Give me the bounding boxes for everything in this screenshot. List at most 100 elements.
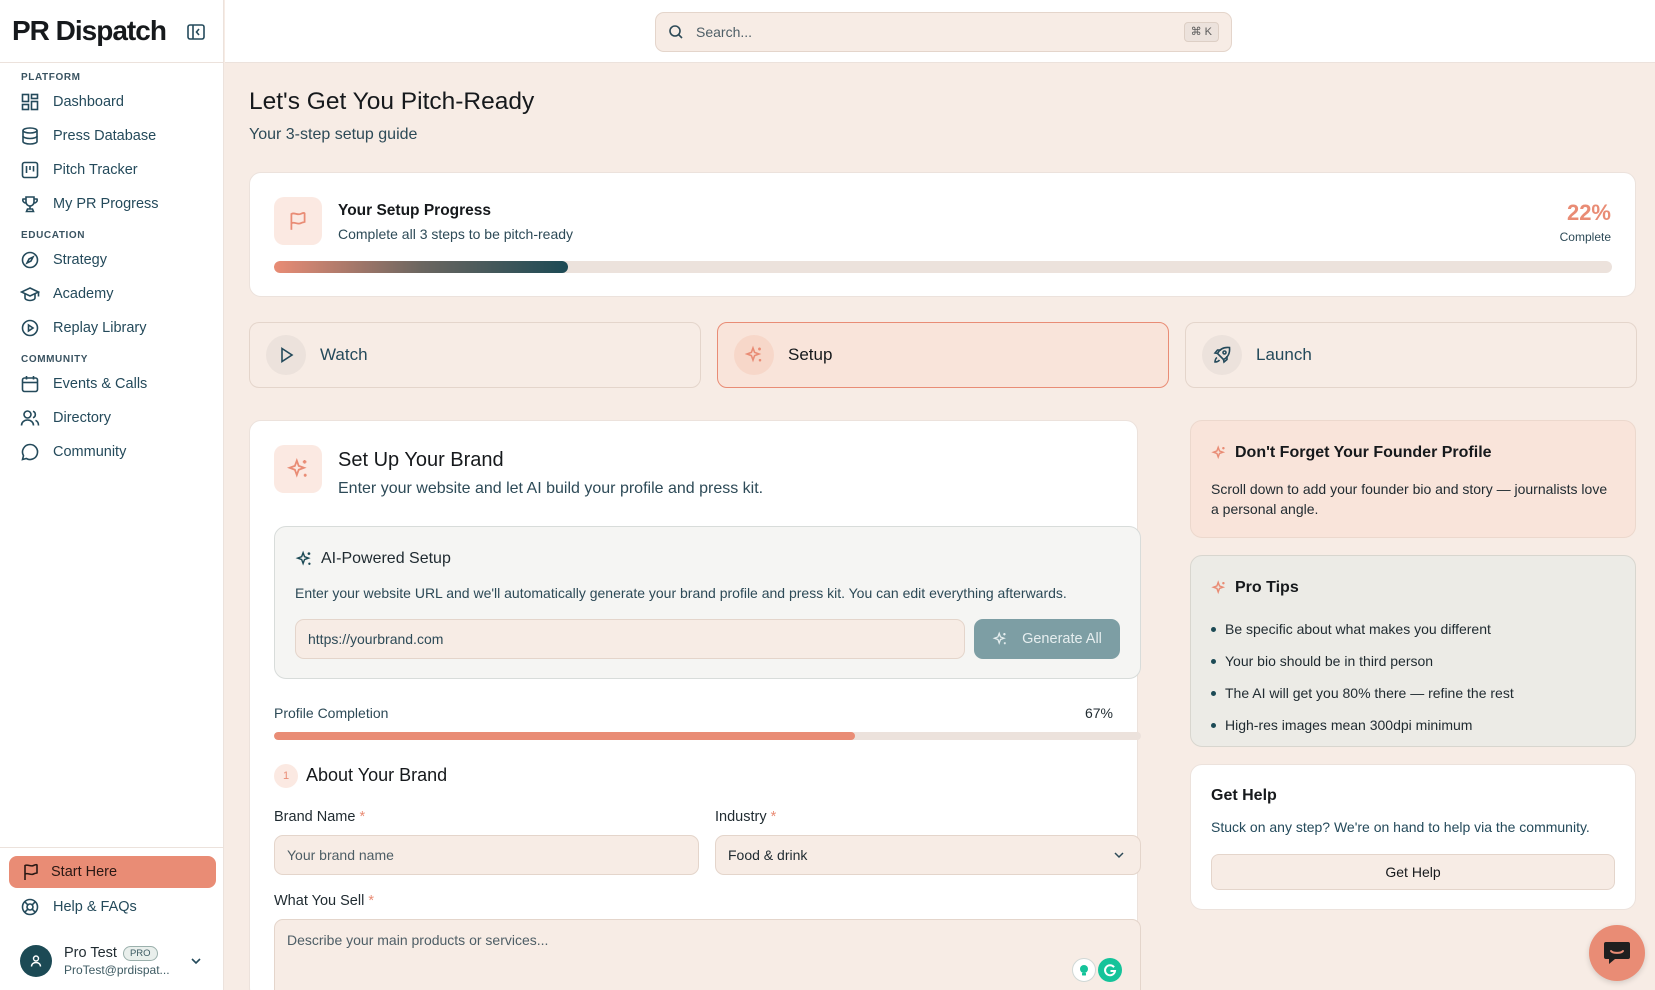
list-item: High-res images mean 300dpi minimum <box>1211 709 1514 741</box>
top-bar: Search... ⌘ K <box>225 0 1655 63</box>
ai-setup-title-row: AI-Powered Setup <box>295 550 451 568</box>
sidebar-item-academy[interactable]: Academy <box>0 277 224 311</box>
founder-card-body: Scroll down to add your founder bio and … <box>1211 481 1608 517</box>
what-you-sell-label: What You Sell * <box>274 893 374 909</box>
user-icon <box>30 955 42 967</box>
sidebar-item-replay-library[interactable]: Replay Library <box>0 311 224 345</box>
avatar <box>20 945 52 977</box>
sidebar-item-dashboard[interactable]: Dashboard <box>0 85 224 119</box>
sparkles-icon <box>295 550 313 568</box>
sidebar-item-my-pr-progress[interactable]: My PR Progress <box>0 187 224 221</box>
generate-all-label: Generate All <box>1022 631 1102 647</box>
setup-progress-bar <box>274 261 1612 273</box>
generate-all-button[interactable]: Generate All <box>974 619 1120 659</box>
trophy-icon <box>20 194 40 214</box>
industry-select[interactable]: Food & drink <box>715 835 1141 875</box>
founder-profile-card: Don't Forget Your Founder Profile Scroll… <box>1190 420 1636 538</box>
nav-section-education: EDUCATION <box>21 230 86 241</box>
sidebar-item-start-here[interactable]: Start Here <box>9 856 216 888</box>
nav-section-community: COMMUNITY <box>21 354 89 365</box>
search-input[interactable]: Search... ⌘ K <box>655 12 1232 52</box>
sidebar-item-help-faqs[interactable]: Help & FAQs <box>0 890 224 924</box>
sidebar-item-community[interactable]: Community <box>0 435 224 469</box>
step-label: Launch <box>1256 345 1312 364</box>
website-url-input[interactable]: https://yourbrand.com <box>295 619 965 659</box>
get-help-title: Get Help <box>1211 787 1277 804</box>
bullet <box>1211 722 1216 728</box>
play-icon <box>266 335 306 375</box>
user-name-row: Pro Test PRO <box>64 945 179 961</box>
step-label: Setup <box>788 345 833 364</box>
list-item: The AI will get you 80% there — refine t… <box>1211 677 1514 709</box>
sidebar-item-press-database[interactable]: Press Database <box>0 119 224 153</box>
flag-icon <box>21 862 41 882</box>
grammarly-icon[interactable] <box>1098 958 1122 982</box>
bullet <box>1211 658 1216 664</box>
pro-tips-card: Pro Tips Be specific about what makes yo… <box>1190 555 1636 747</box>
rocket-icon <box>1202 335 1242 375</box>
industry-label: Industry * <box>715 809 776 825</box>
lifebuoy-icon <box>20 897 40 917</box>
get-help-button[interactable]: Get Help <box>1211 854 1615 890</box>
kanban-icon <box>20 160 40 180</box>
sidebar-item-label: Community <box>53 444 127 460</box>
required-asterisk: * <box>368 893 374 909</box>
sidebar-item-strategy[interactable]: Strategy <box>0 243 224 277</box>
step-launch[interactable]: Launch <box>1185 322 1637 388</box>
sidebar-item-label: Events & Calls <box>53 376 148 392</box>
tip-text: Be specific about what makes you differe… <box>1225 621 1491 637</box>
sidebar-item-directory[interactable]: Directory <box>0 401 224 435</box>
profile-completion-percent: 67% <box>1084 705 1113 721</box>
brand-name-label: Brand Name * <box>274 809 365 825</box>
lightbulb-icon[interactable] <box>1072 958 1096 982</box>
play-circle-icon <box>20 318 40 338</box>
search-shortcut-hint: ⌘ K <box>1183 22 1219 42</box>
sidebar-item-label: My PR Progress <box>53 196 159 212</box>
required-asterisk: * <box>770 809 777 825</box>
required-asterisk: * <box>359 809 366 825</box>
sidebar-toggle-icon[interactable] <box>186 22 206 42</box>
sidebar-item-label: Replay Library <box>53 320 147 336</box>
what-you-sell-textarea[interactable]: Describe your main products or services.… <box>274 919 1141 990</box>
sidebar-item-label: Academy <box>53 286 114 302</box>
step-setup[interactable]: Setup <box>717 322 1169 388</box>
sidebar-item-pitch-tracker[interactable]: Pitch Tracker <box>0 153 224 187</box>
profile-completion-fill <box>274 732 855 740</box>
nav-section-platform: PLATFORM <box>21 72 81 83</box>
founder-card-title-row: Don't Forget Your Founder Profile <box>1211 444 1492 462</box>
user-menu[interactable]: Pro Test PRO ProTest@prdispat... <box>20 941 215 981</box>
chevron-down-icon[interactable] <box>188 953 204 969</box>
logo[interactable]: PR Dispatch <box>12 15 167 47</box>
sparkles-icon <box>1211 580 1227 596</box>
page-title: Let's Get You Pitch-Ready <box>249 88 535 115</box>
brand-name-input[interactable]: Your brand name <box>274 835 699 875</box>
progress-flag-badge <box>274 197 322 245</box>
sidebar-item-events-calls[interactable]: Events & Calls <box>0 367 224 401</box>
sparkles-icon <box>734 335 774 375</box>
section-number-badge: 1 <box>274 764 298 788</box>
get-help-card: Get Help Stuck on any step? We're on han… <box>1190 764 1636 910</box>
tip-text: Your bio should be in third person <box>1225 653 1434 669</box>
tip-text: The AI will get you 80% there — refine t… <box>1225 685 1514 701</box>
user-name: Pro Test <box>64 945 117 961</box>
search-icon <box>668 24 684 40</box>
database-icon <box>20 126 40 146</box>
bullet <box>1211 690 1216 696</box>
chat-launcher-button[interactable] <box>1589 925 1645 981</box>
chat-bubble-icon <box>20 442 40 462</box>
list-item: Your bio should be in third person <box>1211 645 1514 677</box>
step-watch[interactable]: Watch <box>249 322 701 388</box>
textarea-placeholder: Describe your main products or services.… <box>287 932 549 948</box>
chevron-down-icon <box>1112 848 1126 862</box>
graduation-cap-icon <box>20 284 40 304</box>
pro-badge: PRO <box>122 945 158 961</box>
brand-sparkle-badge <box>274 445 322 493</box>
sparkles-icon <box>1211 445 1227 461</box>
pro-tips-title-row: Pro Tips <box>1211 579 1299 597</box>
sidebar-item-label: Start Here <box>51 864 118 880</box>
field-label-text: What You Sell <box>274 893 365 909</box>
list-item: Be specific about what makes you differe… <box>1211 613 1514 645</box>
ai-setup-description: Enter your website URL and we'll automat… <box>295 585 1067 601</box>
profile-completion-label: Profile Completion <box>274 705 389 721</box>
grammar-extension-widget[interactable] <box>1072 958 1122 982</box>
